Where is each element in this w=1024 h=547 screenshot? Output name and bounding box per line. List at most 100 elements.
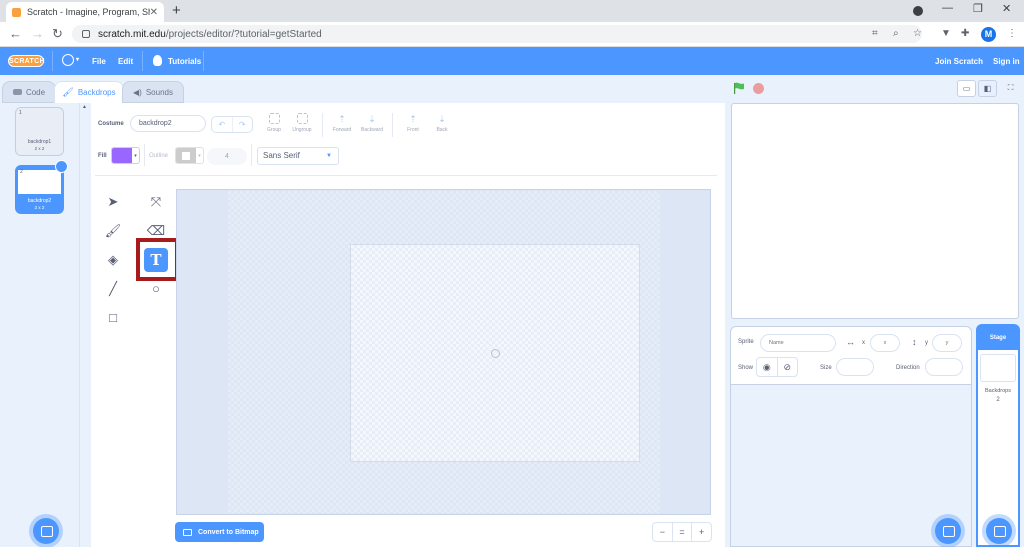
zoom-controls: − = + (652, 522, 712, 542)
green-flag-icon[interactable] (733, 82, 745, 94)
paintbrush-icon: 🖌 (62, 87, 74, 97)
back-arrow-icon[interactable]: ← (9, 26, 22, 41)
browser-profile-icon[interactable] (913, 6, 923, 16)
zoom-out-button[interactable]: − (653, 523, 672, 541)
sprite-name-input[interactable] (760, 334, 836, 352)
backdrop-tile[interactable]: 1 backdrop1 2 x 2 (15, 107, 64, 156)
minimize-icon[interactable]: — (942, 2, 953, 14)
bookmark-star-icon[interactable]: ☆ (913, 28, 922, 39)
show-label: Show (738, 365, 754, 371)
maximize-icon[interactable]: ❐ (973, 2, 983, 15)
window-close-icon[interactable]: ✕ (1002, 2, 1011, 15)
y-input[interactable] (932, 334, 962, 352)
backward-label: Backward (361, 127, 383, 133)
stage-canvas[interactable] (731, 103, 1019, 319)
fill-label: Fill (98, 153, 107, 159)
chevron-down-icon: ▼ (326, 153, 332, 159)
address-bar[interactable]: scratch.mit.edu /projects/editor/?tutori… (72, 25, 922, 43)
group-icon (268, 113, 280, 124)
size-input[interactable] (836, 358, 874, 376)
reload-icon[interactable]: ↻ (52, 26, 63, 42)
backdrop-name: backdrop1 (27, 139, 52, 145)
paint-canvas-area[interactable] (176, 189, 711, 515)
translate-icon[interactable]: ⌗ (872, 28, 878, 39)
extensions-puzzle-icon[interactable]: ✚ (961, 28, 969, 39)
tab-sounds[interactable]: ◀) Sounds (122, 81, 184, 103)
show-eye-icon[interactable]: ◉ (757, 358, 777, 376)
menu-divider (142, 51, 143, 71)
select-tool-icon[interactable]: ➤ (101, 190, 125, 214)
language-caret-icon[interactable]: ▾ (76, 56, 79, 63)
scroll-up-icon[interactable]: ▲ (82, 104, 87, 110)
convert-to-bitmap-button[interactable]: Convert to Bitmap (175, 522, 264, 542)
sign-in-link[interactable]: Sign in (993, 57, 1020, 66)
fill-color-swatch (112, 148, 132, 163)
url-host: scratch.mit.edu (98, 28, 166, 40)
back-label: Back (436, 127, 448, 133)
backdrops-count: 2 (996, 397, 1000, 403)
costume-name-field[interactable]: backdrop2 (130, 115, 206, 132)
hide-eye-icon[interactable]: ⊘ (776, 358, 798, 376)
costume-label: Costume (98, 121, 124, 127)
backward-button[interactable]: ⇣ Backward (358, 113, 386, 133)
delete-trash-icon[interactable] (55, 160, 68, 173)
choose-backdrop-button[interactable] (33, 518, 59, 544)
backdrop-size: 2 x 2 (34, 205, 45, 210)
scratch-favicon-icon (12, 7, 21, 17)
scratch-logo[interactable]: SCRATCH (8, 55, 45, 67)
fill-color-picker[interactable]: ▾ (111, 147, 140, 164)
back-arrow-icon: ⇣ (438, 114, 446, 124)
tab-close-icon[interactable]: ✕ (150, 7, 158, 18)
forward-arrow-icon[interactable]: → (31, 26, 44, 41)
tab-backdrops[interactable]: 🖌 Backdrops (54, 81, 124, 103)
backdrop-tile-selected[interactable]: 2 backdrop2 2 x 2 (15, 160, 68, 214)
ungroup-button[interactable]: Ungroup (288, 113, 316, 133)
center-crosshair-icon (491, 349, 500, 358)
tab-code[interactable]: Code (2, 81, 56, 103)
backdrop-number: 2 (20, 169, 23, 175)
tutorials-bulb-icon (153, 55, 162, 66)
profile-avatar[interactable]: M (981, 27, 996, 42)
browser-menu-icon[interactable]: ⋮ (1007, 28, 1017, 39)
front-button[interactable]: ⇡ Front (399, 113, 427, 133)
language-globe-icon[interactable] (62, 54, 74, 66)
large-stage-button[interactable]: ◧ (978, 80, 997, 97)
file-menu[interactable]: File (92, 57, 106, 66)
small-stage-button[interactable]: ▭ (957, 80, 976, 97)
group-button[interactable]: Group (260, 113, 288, 133)
extension-filter-icon[interactable]: ▼ (941, 28, 951, 39)
x-input[interactable] (870, 334, 900, 352)
zoom-icon[interactable]: ⌕ (893, 28, 899, 39)
outline-color-picker[interactable]: ▾ (175, 147, 204, 164)
artboard[interactable] (350, 244, 640, 462)
fullscreen-icon[interactable]: ⛶ (1001, 80, 1020, 97)
x-label: x (862, 340, 865, 346)
choose-sprite-button[interactable] (935, 518, 961, 544)
code-icon (12, 89, 22, 95)
font-dropdown[interactable]: Sans Serif ▼ (257, 147, 339, 165)
edit-menu[interactable]: Edit (118, 57, 133, 66)
zoom-in-button[interactable]: + (691, 523, 711, 541)
outline-width-field[interactable]: 4 (207, 148, 247, 165)
divider (144, 144, 145, 166)
tab-code-label: Code (25, 87, 46, 97)
backdrop-list-scrollbar[interactable]: ▲ (80, 103, 90, 547)
stage-selector[interactable]: Stage Backdrops 2 (976, 324, 1020, 547)
tutorials-menu[interactable]: Tutorials (168, 57, 201, 66)
back-button[interactable]: ⇣ Back (428, 113, 456, 133)
brush-tool-icon[interactable]: 🖌 (101, 219, 125, 243)
rectangle-tool-icon[interactable]: □ (101, 306, 125, 330)
join-scratch-link[interactable]: Join Scratch (935, 57, 983, 66)
direction-input[interactable] (925, 358, 963, 376)
reshape-tool-icon[interactable]: ⤧ (144, 190, 168, 214)
browser-tab[interactable]: Scratch - Imagine, Program, Shar ✕ (6, 2, 164, 22)
fill-bucket-tool-icon[interactable]: ◈ (101, 248, 125, 272)
line-tool-icon[interactable]: ╱ (101, 277, 125, 301)
redo-icon[interactable]: ↷ (233, 117, 253, 132)
new-tab-button[interactable]: + (172, 2, 181, 19)
stop-icon[interactable] (753, 83, 764, 94)
choose-backdrop-stage-button[interactable] (986, 518, 1012, 544)
undo-icon[interactable]: ↶ (212, 117, 233, 132)
zoom-reset-button[interactable]: = (671, 523, 692, 541)
forward-button[interactable]: ⇡ Forward (328, 113, 356, 133)
